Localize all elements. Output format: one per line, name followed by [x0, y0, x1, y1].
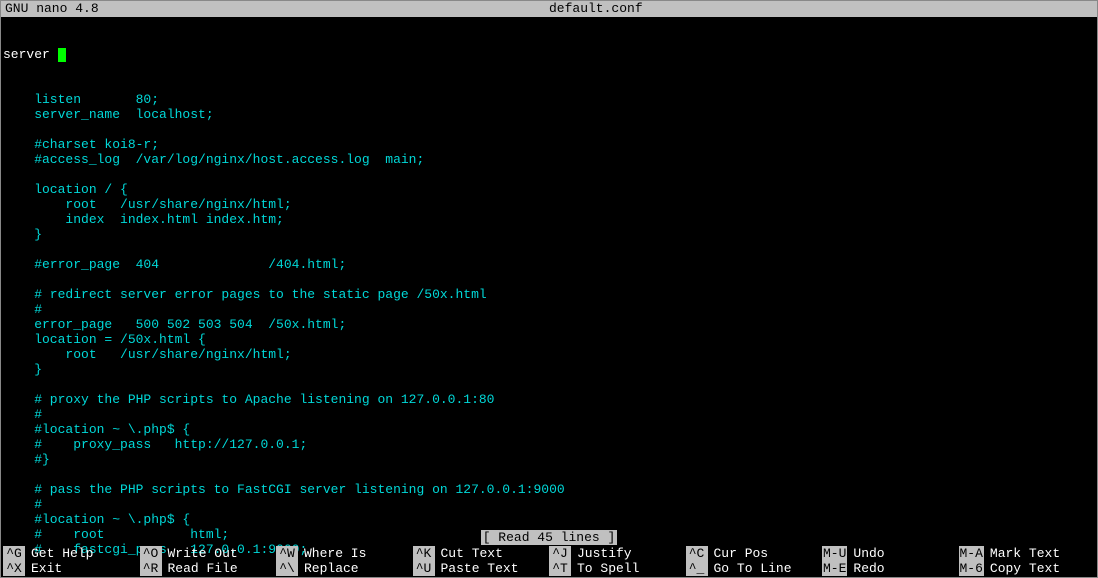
status-text: [ Read 45 lines ]	[481, 530, 618, 545]
shortcut-item[interactable]: M-UUndo	[822, 546, 959, 561]
shortcut-key: ^C	[686, 546, 708, 561]
editor-line	[3, 122, 1095, 137]
editor-line: root /usr/share/nginx/html;	[3, 347, 1095, 362]
editor-line: }	[3, 227, 1095, 242]
shortcut-label: Cut Text	[435, 546, 503, 561]
editor-line: # redirect server error pages to the sta…	[3, 287, 1095, 302]
shortcut-bar: ^GGet Help^OWrite Out^WWhere Is^KCut Tex…	[1, 546, 1097, 576]
editor-line: #	[3, 302, 1095, 317]
shortcut-label: Mark Text	[984, 546, 1060, 561]
shortcut-key: M-A	[959, 546, 984, 561]
shortcut-key: ^U	[413, 561, 435, 576]
shortcut-key: M-E	[822, 561, 847, 576]
editor-line: root /usr/share/nginx/html;	[3, 197, 1095, 212]
shortcut-label: Paste Text	[435, 561, 519, 576]
filename: default.conf	[99, 1, 1093, 17]
shortcut-label: Copy Text	[984, 561, 1060, 576]
shortcut-key: M-U	[822, 546, 847, 561]
shortcut-item[interactable]: ^CCur Pos	[686, 546, 823, 561]
shortcut-key: ^G	[3, 546, 25, 561]
shortcut-label: Replace	[298, 561, 359, 576]
shortcut-label: Redo	[847, 561, 884, 576]
shortcut-key: M-6	[959, 561, 984, 576]
editor-line: #location ~ \.php$ {	[3, 422, 1095, 437]
editor-area[interactable]: server listen 80; server_name localhost;…	[1, 17, 1097, 572]
shortcut-item[interactable]: ^RRead File	[140, 561, 277, 576]
editor-line	[3, 272, 1095, 287]
shortcut-label: Cur Pos	[708, 546, 769, 561]
shortcut-item[interactable]: ^KCut Text	[413, 546, 550, 561]
editor-line-cursor: server	[3, 47, 1095, 62]
editor-line: #access_log /var/log/nginx/host.access.l…	[3, 152, 1095, 167]
shortcut-key: ^\	[276, 561, 298, 576]
shortcut-item[interactable]: ^UPaste Text	[413, 561, 550, 576]
editor-line: error_page 500 502 503 504 /50x.html;	[3, 317, 1095, 332]
shortcut-key: ^J	[549, 546, 571, 561]
shortcut-label: Write Out	[162, 546, 238, 561]
editor-line: location / {	[3, 182, 1095, 197]
shortcut-item[interactable]: M-ERedo	[822, 561, 959, 576]
editor-line: # proxy the PHP scripts to Apache listen…	[3, 392, 1095, 407]
shortcut-item[interactable]: M-AMark Text	[959, 546, 1096, 561]
shortcut-label: Read File	[162, 561, 238, 576]
editor-line: #	[3, 407, 1095, 422]
editor-line	[3, 167, 1095, 182]
editor-line: }	[3, 362, 1095, 377]
titlebar: GNU nano 4.8 default.conf	[1, 1, 1097, 17]
editor-line: #	[3, 497, 1095, 512]
editor-line: #}	[3, 452, 1095, 467]
shortcut-item[interactable]: ^\Replace	[276, 561, 413, 576]
shortcut-key: ^_	[686, 561, 708, 576]
shortcut-key: ^W	[276, 546, 298, 561]
editor-line: #charset koi8-r;	[3, 137, 1095, 152]
shortcut-key: ^R	[140, 561, 162, 576]
cursor	[58, 48, 66, 62]
editor-line: # proxy_pass http://127.0.0.1;	[3, 437, 1095, 452]
shortcut-item[interactable]: ^JJustify	[549, 546, 686, 561]
shortcut-item[interactable]: ^TTo Spell	[549, 561, 686, 576]
editor-line: #location ~ \.php$ {	[3, 512, 1095, 527]
shortcut-label: Justify	[571, 546, 632, 561]
status-bar: [ Read 45 lines ]	[1, 530, 1097, 545]
shortcut-label: Go To Line	[708, 561, 792, 576]
shortcut-item[interactable]: ^_Go To Line	[686, 561, 823, 576]
app-name: GNU nano 4.8	[5, 1, 99, 17]
shortcut-item[interactable]: M-6Copy Text	[959, 561, 1096, 576]
editor-line	[3, 242, 1095, 257]
shortcut-label: Get Help	[25, 546, 93, 561]
editor-line: server_name localhost;	[3, 107, 1095, 122]
shortcut-item[interactable]: ^OWrite Out	[140, 546, 277, 561]
editor-line: listen 80;	[3, 92, 1095, 107]
shortcut-item[interactable]: ^GGet Help	[3, 546, 140, 561]
editor-line: location = /50x.html {	[3, 332, 1095, 347]
shortcut-key: ^X	[3, 561, 25, 576]
shortcut-label: Exit	[25, 561, 62, 576]
editor-line	[3, 377, 1095, 392]
editor-line: index index.html index.htm;	[3, 212, 1095, 227]
shortcut-item[interactable]: ^WWhere Is	[276, 546, 413, 561]
shortcut-label: Where Is	[298, 546, 366, 561]
shortcut-label: To Spell	[571, 561, 639, 576]
editor-line: #error_page 404 /404.html;	[3, 257, 1095, 272]
shortcut-key: ^K	[413, 546, 435, 561]
shortcut-item[interactable]: ^XExit	[3, 561, 140, 576]
shortcut-key: ^T	[549, 561, 571, 576]
editor-line	[3, 467, 1095, 482]
shortcut-key: ^O	[140, 546, 162, 561]
shortcut-label: Undo	[847, 546, 884, 561]
editor-line: # pass the PHP scripts to FastCGI server…	[3, 482, 1095, 497]
